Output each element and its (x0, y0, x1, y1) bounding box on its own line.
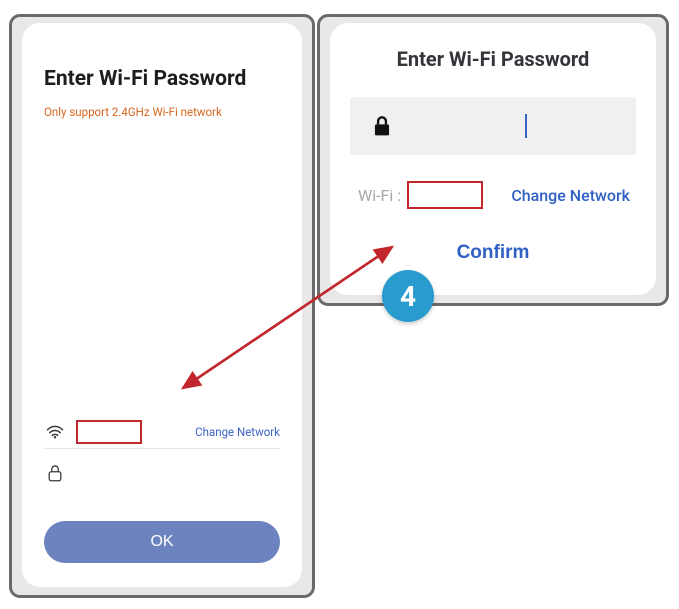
wifi-label: Wi-Fi : (358, 186, 401, 205)
change-network-link[interactable]: Change Network (511, 186, 630, 205)
lock-icon (350, 115, 414, 137)
text-caret (525, 114, 527, 138)
ok-button[interactable]: OK (44, 521, 280, 563)
screenshot-frame-right: Enter Wi-Fi Password Wi-Fi : Change Netw… (320, 17, 666, 303)
password-input[interactable] (76, 464, 280, 482)
page-title: Enter Wi-Fi Password (350, 47, 636, 71)
screenshot-frame-left: Enter Wi-Fi Password Only support 2.4GHz… (12, 17, 312, 595)
password-input-box[interactable] (350, 97, 636, 155)
password-input[interactable] (414, 97, 625, 157)
wifi-password-card-left: Enter Wi-Fi Password Only support 2.4GHz… (22, 23, 302, 587)
password-row (44, 457, 280, 489)
ssid-value-highlight (76, 420, 142, 444)
step-number-badge: 4 (382, 270, 434, 322)
page-title: Enter Wi-Fi Password (44, 67, 280, 91)
change-network-link[interactable]: Change Network (195, 425, 280, 439)
support-hint: Only support 2.4GHz Wi-Fi network (44, 105, 280, 119)
ssid-value-highlight (407, 181, 483, 209)
wifi-network-row: Wi-Fi : Change Network (350, 181, 636, 209)
wifi-network-row: Change Network (44, 416, 280, 449)
lock-icon (44, 464, 66, 482)
confirm-button[interactable]: Confirm (350, 241, 636, 265)
wifi-icon (44, 425, 66, 439)
wifi-password-card-right: Enter Wi-Fi Password Wi-Fi : Change Netw… (330, 23, 656, 295)
